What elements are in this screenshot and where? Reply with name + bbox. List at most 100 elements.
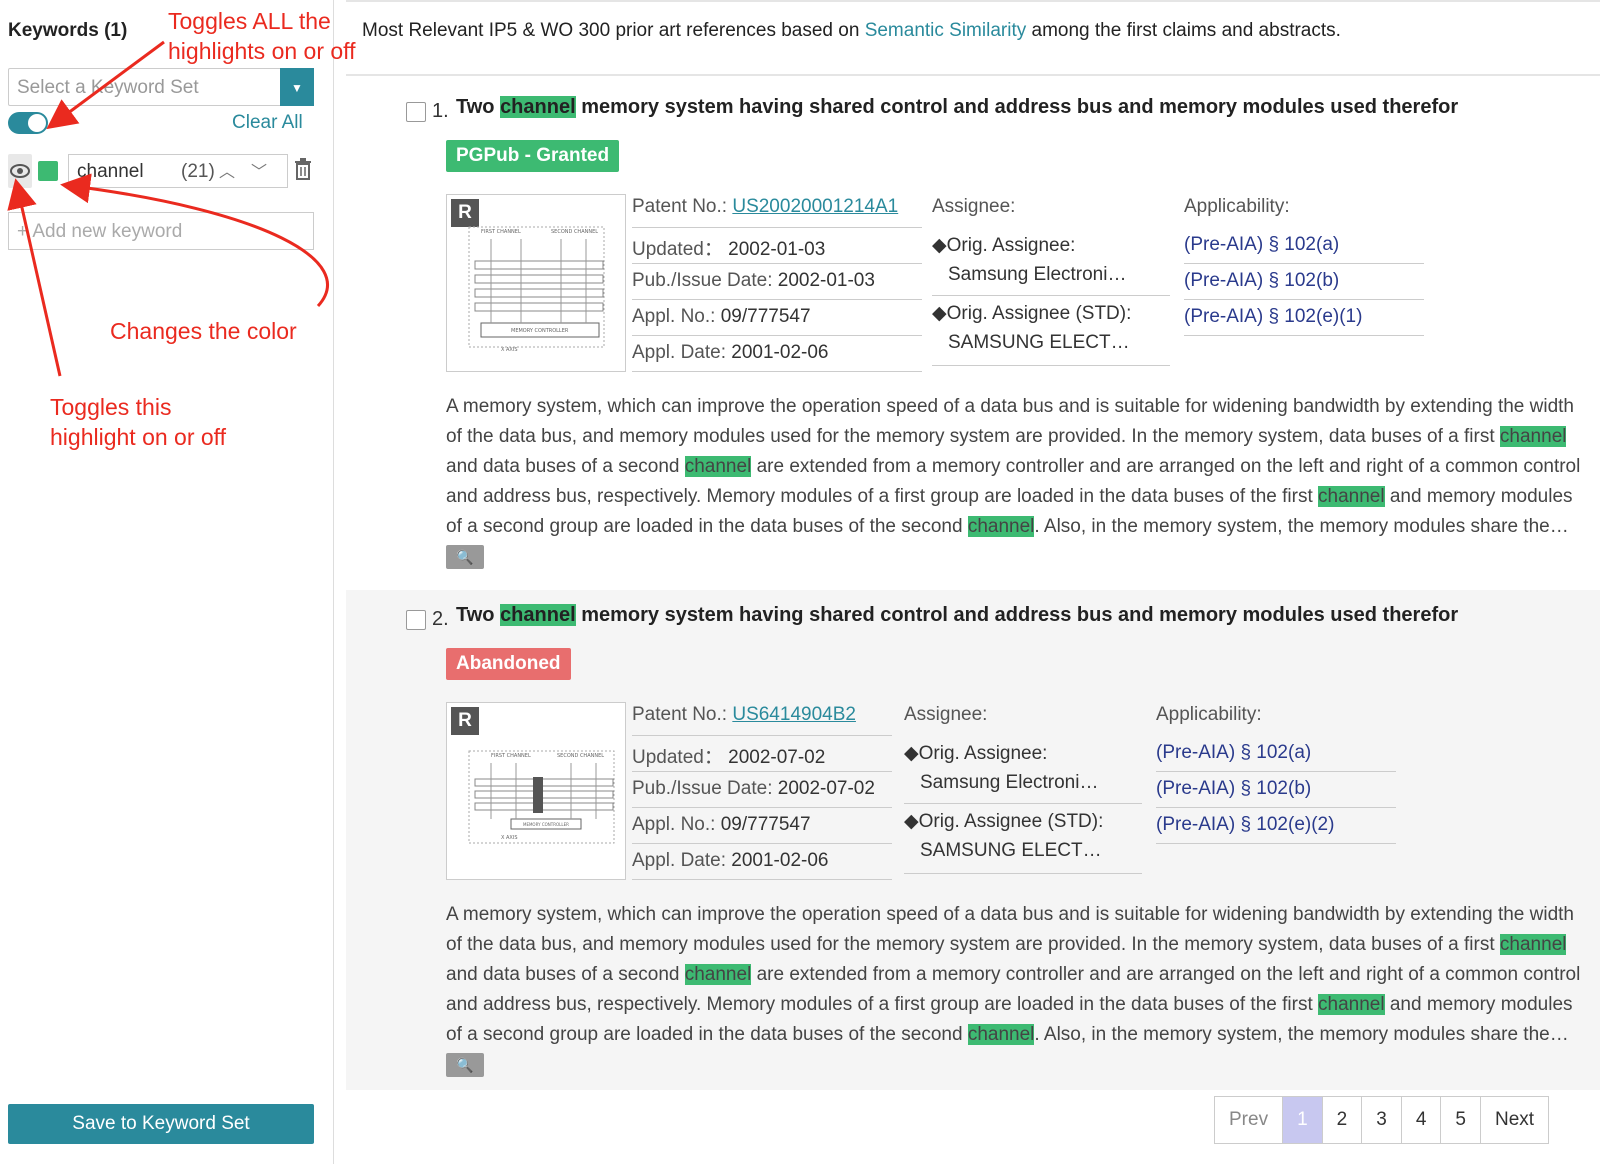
applicability-item[interactable]: (Pre-AIA) § 102(e)(1) — [1184, 306, 1362, 328]
meta-row: Updated： 2002-07-02 — [632, 736, 892, 772]
appl-number: Appl. No.: 09/777547 — [632, 814, 811, 835]
result-abstract: A memory system, which can improve the o… — [446, 392, 1586, 572]
magnify-icon[interactable]: 🔍 — [446, 544, 484, 569]
status-badge: Abandoned — [446, 648, 571, 680]
title-highlight: channel — [500, 604, 576, 626]
result-checkbox[interactable] — [406, 610, 426, 630]
result-item: 2. Two channel memory system having shar… — [394, 604, 1600, 1090]
meta-row: Patent No.: US20020001214A1 — [632, 192, 922, 228]
result-number: 2. — [432, 608, 449, 630]
trash-icon[interactable] — [294, 158, 312, 186]
eye-icon[interactable] — [8, 154, 32, 188]
orig-assignee-std-label: ◆Orig. Assignee (STD): — [904, 811, 1104, 832]
pub-date: Pub./Issue Date: 2002-07-02 — [632, 778, 875, 799]
assignee-label: Assignee: — [932, 196, 1016, 217]
page-button[interactable]: 2 — [1323, 1097, 1363, 1143]
abstract-highlight: channel — [1318, 994, 1385, 1015]
page-button[interactable]: 3 — [1362, 1097, 1402, 1143]
chevron-down-icon[interactable]: ﹀ — [251, 158, 267, 182]
page-button[interactable]: 4 — [1402, 1097, 1442, 1143]
keyword-color-swatch[interactable] — [38, 161, 58, 181]
orig-assignee-std: SAMSUNG ELECT… — [920, 840, 1102, 861]
appl-date: Appl. Date: 2001-02-06 — [632, 342, 829, 363]
applicability-item[interactable]: (Pre-AIA) § 102(a) — [1156, 742, 1311, 764]
page-button[interactable]: 1 — [1283, 1097, 1323, 1143]
abstract-highlight: channel — [967, 1024, 1035, 1045]
add-keyword-input[interactable]: + Add new keyword — [8, 212, 314, 250]
add-keyword-placeholder: + Add new keyword — [17, 221, 183, 242]
chevron-up-icon[interactable]: ︿ — [219, 158, 235, 182]
meta-row: Appl. No.: 09/777547 — [632, 808, 892, 844]
keyword-row: channel (21) ︿ ﹀ — [8, 154, 318, 188]
applicability-label: Applicability: — [1156, 704, 1262, 725]
meta-row: (Pre-AIA) § 102(e)(2) — [1156, 808, 1396, 844]
orig-assignee-label: ◆Orig. Assignee: — [932, 235, 1076, 256]
orig-assignee: Samsung Electroni… — [948, 264, 1127, 285]
result-item: 1. Two channel memory system having shar… — [394, 96, 1600, 586]
semantic-similarity-link[interactable]: Semantic Similarity — [865, 20, 1027, 41]
title-pre: Two — [456, 604, 501, 626]
meta-row: (Pre-AIA) § 102(a) — [1156, 736, 1396, 772]
meta-row: Updated： 2002-01-03 — [632, 228, 922, 264]
applicability-item[interactable]: (Pre-AIA) § 102(e)(2) — [1156, 814, 1334, 836]
result-checkbox[interactable] — [406, 102, 426, 122]
updated-date: Updated： 2002-01-03 — [632, 239, 826, 260]
drawing-diagram: FIRST CHANNEL SECOND CHANNEL MEMORY CONT… — [468, 226, 605, 353]
meta-row: ◆Orig. Assignee (STD): SAMSUNG ELECT… — [904, 806, 1142, 874]
assignee-label: Assignee: — [904, 704, 988, 725]
first-channel-label: FIRST CHANNEL — [491, 753, 531, 759]
title-post: memory system having shared control and … — [575, 96, 1459, 118]
patent-number-link[interactable]: US6414904B2 — [732, 704, 856, 725]
orig-assignee-std: SAMSUNG ELECT… — [948, 332, 1130, 353]
annotation-text: Toggles this highlight on or off — [50, 394, 227, 450]
meta-row: ◆Orig. Assignee: Samsung Electroni… — [932, 228, 1170, 296]
patent-thumbnail[interactable]: R FIRST CHANNEL SECOND CHANNEL MEMORY CO… — [446, 702, 626, 880]
prev-page-button[interactable]: Prev — [1215, 1097, 1284, 1143]
second-channel-label: SECOND CHANNEL — [551, 229, 598, 235]
applicability-item[interactable]: (Pre-AIA) § 102(a) — [1184, 234, 1339, 256]
appl-number: Appl. No.: 09/777547 — [632, 306, 811, 327]
pagination: Prev 1 2 3 4 5 Next — [1214, 1096, 1550, 1144]
meta-row: Pub./Issue Date: 2002-01-03 — [632, 264, 922, 300]
title-post: memory system having shared control and … — [575, 604, 1459, 626]
drawing-diagram: FIRST CHANNEL SECOND CHANNEL MEMORY CONT… — [468, 750, 615, 844]
abstract-highlight: channel — [684, 456, 752, 477]
result-number: 1. — [432, 100, 449, 122]
next-page-button[interactable]: Next — [1481, 1097, 1548, 1143]
result-title[interactable]: Two channel memory system having shared … — [456, 96, 1458, 119]
header-suffix: among the first claims and abstracts. — [1026, 20, 1341, 41]
pub-date: Pub./Issue Date: 2002-01-03 — [632, 270, 875, 291]
controller-label: MEMORY CONTROLLER — [523, 822, 569, 827]
meta-row: (Pre-AIA) § 102(e)(1) — [1184, 300, 1424, 336]
meta-row: (Pre-AIA) § 102(b) — [1156, 772, 1396, 808]
header-text: Most Relevant IP5 & WO 300 prior art ref… — [362, 20, 1341, 42]
abstract-highlight: channel — [684, 964, 752, 985]
meta-row: (Pre-AIA) § 102(b) — [1184, 264, 1424, 300]
save-to-keyword-set-button[interactable]: Save to Keyword Set — [8, 1104, 314, 1144]
meta-row: Appl. No.: 09/777547 — [632, 300, 922, 336]
annotation-toggle-all: Toggles ALL the highlights on or off — [168, 6, 356, 66]
result-title[interactable]: Two channel memory system having shared … — [456, 604, 1458, 627]
abstract-highlight: channel — [1499, 934, 1567, 955]
applicability-item[interactable]: (Pre-AIA) § 102(b) — [1156, 778, 1311, 800]
keyword-box[interactable]: channel (21) ︿ ﹀ — [68, 154, 288, 188]
patent-number: Patent No.: US20020001214A1 — [632, 196, 899, 217]
keyword-set-select[interactable]: Select a Keyword Set ▼ — [8, 68, 314, 106]
annotation-text: Toggles ALL the highlights on or off — [168, 8, 356, 64]
magnify-icon[interactable]: 🔍 — [446, 1052, 484, 1077]
abstract-highlight: channel — [1499, 426, 1567, 447]
clear-all-link[interactable]: Clear All — [232, 112, 303, 134]
axis-label: X AXIS — [501, 347, 518, 353]
applicability-item[interactable]: (Pre-AIA) § 102(b) — [1184, 270, 1339, 292]
meta-row: ◆Orig. Assignee: Samsung Electroni… — [904, 736, 1142, 804]
results-header: Most Relevant IP5 & WO 300 prior art ref… — [346, 0, 1600, 76]
meta-row: Appl. Date: 2001-02-06 — [632, 844, 892, 880]
abstract-highlight: channel — [967, 516, 1035, 537]
status-badge: PGPub - Granted — [446, 140, 620, 172]
orig-assignee-label: ◆Orig. Assignee: — [904, 743, 1048, 764]
patent-number-link[interactable]: US20020001214A1 — [732, 196, 898, 217]
patent-thumbnail[interactable]: R FIRST CHANNEL SECOND CHANNEL MEMORY CO… — [446, 194, 626, 372]
page-button[interactable]: 5 — [1441, 1097, 1481, 1143]
toggle-all-highlights[interactable] — [8, 112, 48, 134]
chevron-down-icon[interactable]: ▼ — [280, 68, 314, 106]
